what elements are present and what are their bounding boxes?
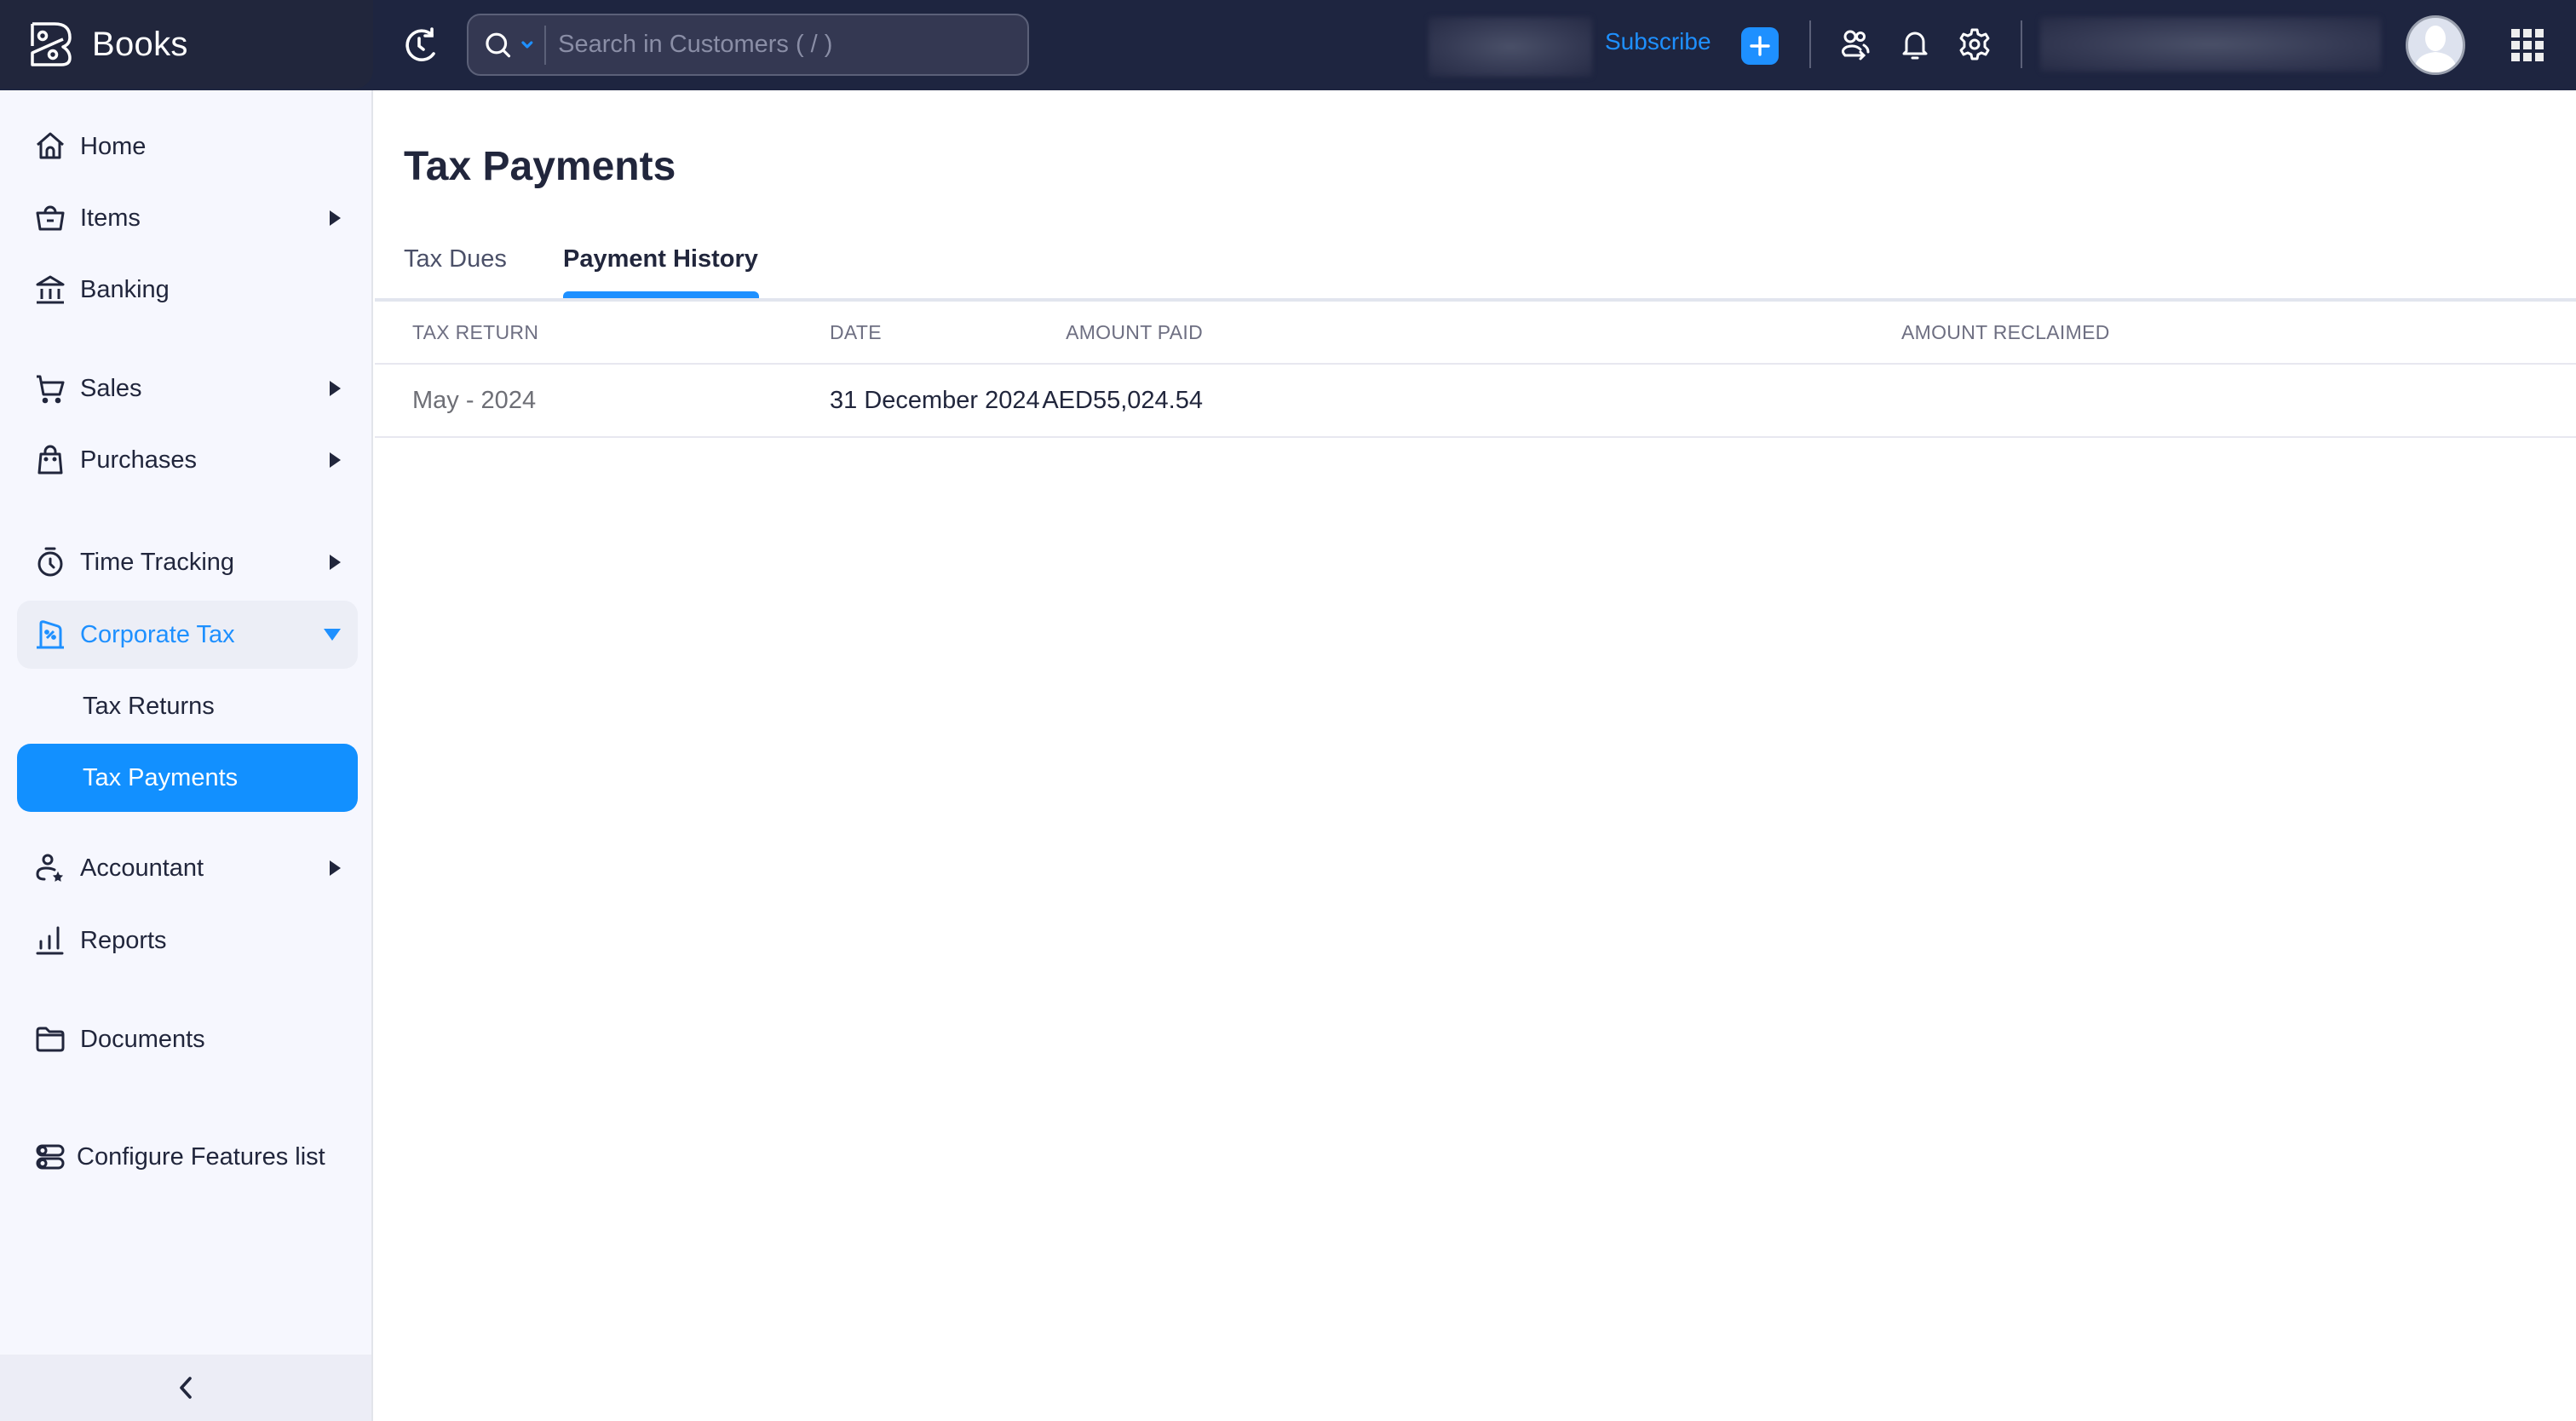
sidebar-item-home[interactable]: Home bbox=[17, 112, 358, 181]
sidebar-item-configure-features[interactable]: Configure Features list bbox=[17, 1123, 358, 1191]
search-bar[interactable] bbox=[467, 14, 1029, 76]
cell-tax-return: May - 2024 bbox=[412, 386, 537, 414]
active-tab-indicator bbox=[563, 291, 759, 298]
cell-amount-paid: AED55,024.54 bbox=[1042, 386, 1203, 414]
brand[interactable]: Books bbox=[0, 0, 373, 89]
blurred-organization-name[interactable] bbox=[2040, 17, 2381, 72]
column-header-date[interactable]: DATE bbox=[830, 302, 882, 363]
toggles-icon bbox=[36, 1144, 65, 1170]
sidebar-item-documents[interactable]: Documents bbox=[17, 1005, 358, 1073]
sidebar-item-accountant[interactable]: Accountant bbox=[17, 834, 358, 902]
table-header: TAX RETURN DATE AMOUNT PAID AMOUNT RECLA… bbox=[375, 302, 2576, 365]
page-title: Tax Payments bbox=[404, 144, 676, 189]
sidebar-item-label: Documents bbox=[80, 1025, 205, 1053]
basket-icon bbox=[36, 205, 65, 231]
bank-icon bbox=[36, 275, 65, 304]
sidebar-subitem-tax-payments[interactable]: Tax Payments bbox=[17, 744, 358, 812]
collapse-sidebar-button[interactable] bbox=[0, 1355, 371, 1421]
avatar[interactable] bbox=[2406, 15, 2465, 75]
sidebar-item-label: Reports bbox=[80, 926, 167, 954]
cell-date: 31 December 2024 bbox=[830, 386, 1040, 414]
caret-right-icon bbox=[330, 860, 341, 876]
caret-down-icon bbox=[324, 629, 341, 641]
main-content: Tax Payments Tax Dues Payment History TA… bbox=[375, 90, 2576, 1421]
topbar-divider bbox=[2021, 20, 2022, 68]
tab-tax-dues[interactable]: Tax Dues bbox=[404, 245, 507, 273]
sidebar-item-label: Banking bbox=[80, 275, 170, 303]
tab-payment-history[interactable]: Payment History bbox=[563, 245, 758, 273]
stopwatch-icon bbox=[37, 547, 63, 577]
sidebar-item-label: Home bbox=[80, 132, 147, 160]
bar-chart-icon bbox=[36, 926, 64, 955]
chevron-left-icon bbox=[180, 1377, 192, 1399]
home-icon bbox=[37, 132, 64, 159]
sidebar-item-reports[interactable]: Reports bbox=[17, 906, 358, 975]
sidebar-item-label: Time Tracking bbox=[80, 548, 235, 576]
tax-document-icon bbox=[37, 620, 64, 649]
history-clock-icon[interactable] bbox=[400, 26, 440, 65]
apps-grid-icon[interactable] bbox=[2511, 29, 2544, 61]
sidebar-item-label: Configure Features list bbox=[77, 1142, 325, 1171]
caret-right-icon bbox=[330, 381, 341, 396]
sidebar-item-corporate-tax[interactable]: Corporate Tax bbox=[17, 601, 358, 669]
blurred-org-selector[interactable] bbox=[1429, 17, 1592, 77]
sidebar-subitem-tax-returns[interactable]: Tax Returns bbox=[17, 672, 358, 740]
search-icon[interactable] bbox=[484, 31, 512, 60]
caret-right-icon bbox=[330, 452, 341, 468]
quick-create-button[interactable] bbox=[1741, 27, 1779, 65]
sidebar-item-label: Sales bbox=[80, 374, 142, 402]
caret-right-icon bbox=[330, 210, 341, 226]
sidebar: Home Items Banking Sales Purchases Time … bbox=[0, 90, 373, 1421]
search-divider bbox=[544, 25, 547, 65]
sidebar-item-banking[interactable]: Banking bbox=[17, 256, 358, 324]
refer-users-icon[interactable] bbox=[1838, 27, 1872, 61]
column-header-amount-reclaimed[interactable]: AMOUNT RECLAIMED bbox=[1901, 302, 2110, 363]
caret-right-icon bbox=[330, 555, 341, 570]
sidebar-item-sales[interactable]: Sales bbox=[17, 354, 358, 423]
sidebar-item-items[interactable]: Items bbox=[17, 184, 358, 252]
sidebar-item-purchases[interactable]: Purchases bbox=[17, 426, 358, 494]
column-header-amount-paid[interactable]: AMOUNT PAID bbox=[1066, 302, 1203, 363]
bell-icon[interactable] bbox=[1898, 27, 1932, 61]
payment-history-table: TAX RETURN DATE AMOUNT PAID AMOUNT RECLA… bbox=[375, 302, 2576, 438]
table-row[interactable]: May - 2024 31 December 2024 AED55,024.54 bbox=[375, 365, 2576, 438]
cart-icon bbox=[37, 375, 65, 404]
user-silhouette-icon bbox=[2413, 26, 2458, 72]
gear-icon[interactable] bbox=[1958, 27, 1992, 61]
plus-icon bbox=[1750, 36, 1770, 56]
sidebar-item-time-tracking[interactable]: Time Tracking bbox=[17, 528, 358, 596]
shopping-bag-icon bbox=[37, 445, 63, 475]
sidebar-item-label: Purchases bbox=[80, 446, 198, 474]
sidebar-item-label: Accountant bbox=[80, 854, 204, 882]
chevron-down-icon[interactable] bbox=[520, 40, 534, 50]
top-bar: Books Subscribe bbox=[0, 0, 2576, 90]
app-name: Books bbox=[92, 25, 188, 63]
books-logo-icon bbox=[31, 22, 72, 66]
folder-icon bbox=[36, 1027, 65, 1052]
sidebar-item-label: Items bbox=[80, 204, 141, 232]
column-header-tax-return[interactable]: TAX RETURN bbox=[412, 302, 538, 363]
topbar-divider bbox=[1809, 20, 1811, 68]
sidebar-item-label: Corporate Tax bbox=[80, 620, 235, 648]
search-input[interactable] bbox=[558, 31, 1027, 59]
subscribe-link[interactable]: Subscribe bbox=[1605, 28, 1711, 55]
tab-bar: Tax Dues Payment History bbox=[375, 235, 2576, 302]
accountant-icon bbox=[36, 854, 64, 882]
